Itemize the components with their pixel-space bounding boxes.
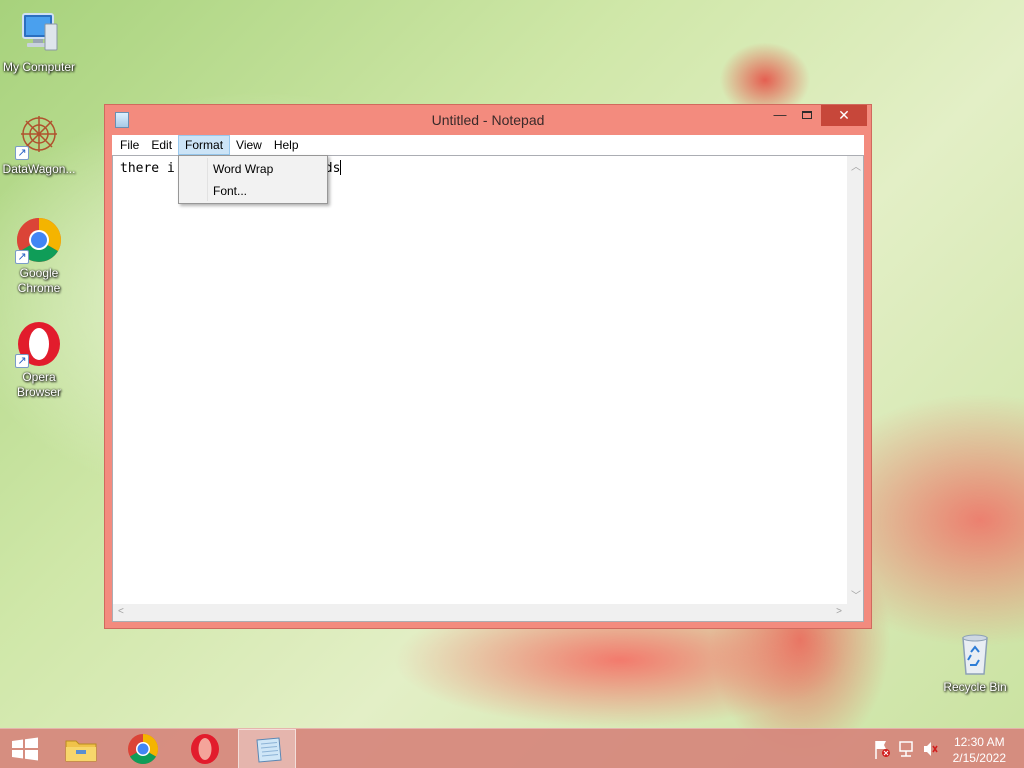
vertical-scrollbar[interactable]: ︿ ﹀ <box>847 156 863 604</box>
editor-text-left: there i <box>120 161 175 176</box>
opera-icon: ↗ <box>15 320 63 368</box>
desktop-icon-label: Recycle Bin <box>943 680 1007 694</box>
desktop-icon-opera-browser[interactable]: ↗ Opera Browser <box>0 320 78 400</box>
computer-icon <box>15 10 63 58</box>
recycle-bin-icon <box>951 630 999 678</box>
text-editor[interactable]: there i ds ︿ ﹀ < > <box>112 155 864 622</box>
menu-item-font[interactable]: Font... <box>181 180 325 202</box>
size-grip[interactable] <box>847 604 863 621</box>
scroll-up-icon[interactable]: ︿ <box>851 158 861 173</box>
scroll-left-icon[interactable]: < <box>118 606 124 617</box>
taskbar: 12:30 AM 2/15/2022 <box>0 728 1024 768</box>
taskbar-file-explorer[interactable] <box>52 729 110 768</box>
shortcut-arrow-icon: ↗ <box>15 250 29 264</box>
scroll-right-icon[interactable]: > <box>836 606 842 617</box>
menu-edit[interactable]: Edit <box>145 135 178 155</box>
shortcut-arrow-icon: ↗ <box>15 354 29 368</box>
file-explorer-icon <box>65 740 97 762</box>
desktop-icon-datawagon[interactable]: ↗ DataWagon... <box>0 112 78 177</box>
menu-view[interactable]: View <box>230 135 268 155</box>
text-caret <box>340 160 342 175</box>
maximize-button[interactable] <box>794 105 820 126</box>
desktop-icon-recycle-bin[interactable]: Recycle Bin <box>936 630 1014 695</box>
horizontal-scrollbar[interactable]: < > <box>113 604 847 621</box>
menu-format[interactable]: Format <box>178 135 231 155</box>
desktop-icon-label: My Computer <box>2 60 76 74</box>
notepad-icon <box>256 737 282 763</box>
taskbar-notepad[interactable] <box>238 729 296 768</box>
clock-date: 2/15/2022 <box>952 751 1006 765</box>
clock-time: 12:30 AM <box>953 735 1005 749</box>
title-bar[interactable]: Untitled - Notepad — ✕ <box>105 105 871 135</box>
menu-file[interactable]: File <box>114 135 145 155</box>
volume-muted-icon[interactable] <box>924 742 938 756</box>
format-menu-dropdown: Word Wrap Font... <box>178 155 328 204</box>
taskbar-clock[interactable]: 12:30 AM 2/15/2022 <box>953 734 1006 766</box>
window-title: Untitled - Notepad <box>431 112 545 128</box>
shortcut-arrow-icon: ↗ <box>15 146 29 160</box>
desktop-icon-google-chrome[interactable]: ↗ Google Chrome <box>0 216 78 296</box>
taskbar-opera[interactable] <box>176 729 234 768</box>
scroll-down-icon[interactable]: ﹀ <box>851 587 861 602</box>
start-icon <box>12 737 38 761</box>
action-center-flag-icon[interactable] <box>875 741 890 759</box>
menu-help[interactable]: Help <box>268 135 305 155</box>
menu-item-word-wrap[interactable]: Word Wrap <box>181 158 325 180</box>
close-button[interactable]: ✕ <box>821 105 867 126</box>
desktop-icon-label: Opera Browser <box>16 370 61 399</box>
desktop-icon-label: DataWagon... <box>2 162 76 176</box>
menu-bar: File Edit Format View Help <box>112 135 864 155</box>
chrome-icon <box>128 734 159 765</box>
network-icon[interactable] <box>899 741 913 757</box>
opera-icon <box>191 734 219 764</box>
datawagon-icon: ↗ <box>15 112 63 160</box>
desktop-icon-label: Google Chrome <box>17 266 61 295</box>
start-button[interactable] <box>0 729 50 768</box>
desktop-icon-my-computer[interactable]: My Computer <box>0 10 78 75</box>
minimize-button[interactable]: — <box>767 105 793 126</box>
maximize-icon <box>802 111 812 119</box>
chrome-icon: ↗ <box>15 216 63 264</box>
system-tray <box>870 729 940 768</box>
taskbar-chrome[interactable] <box>114 729 172 768</box>
